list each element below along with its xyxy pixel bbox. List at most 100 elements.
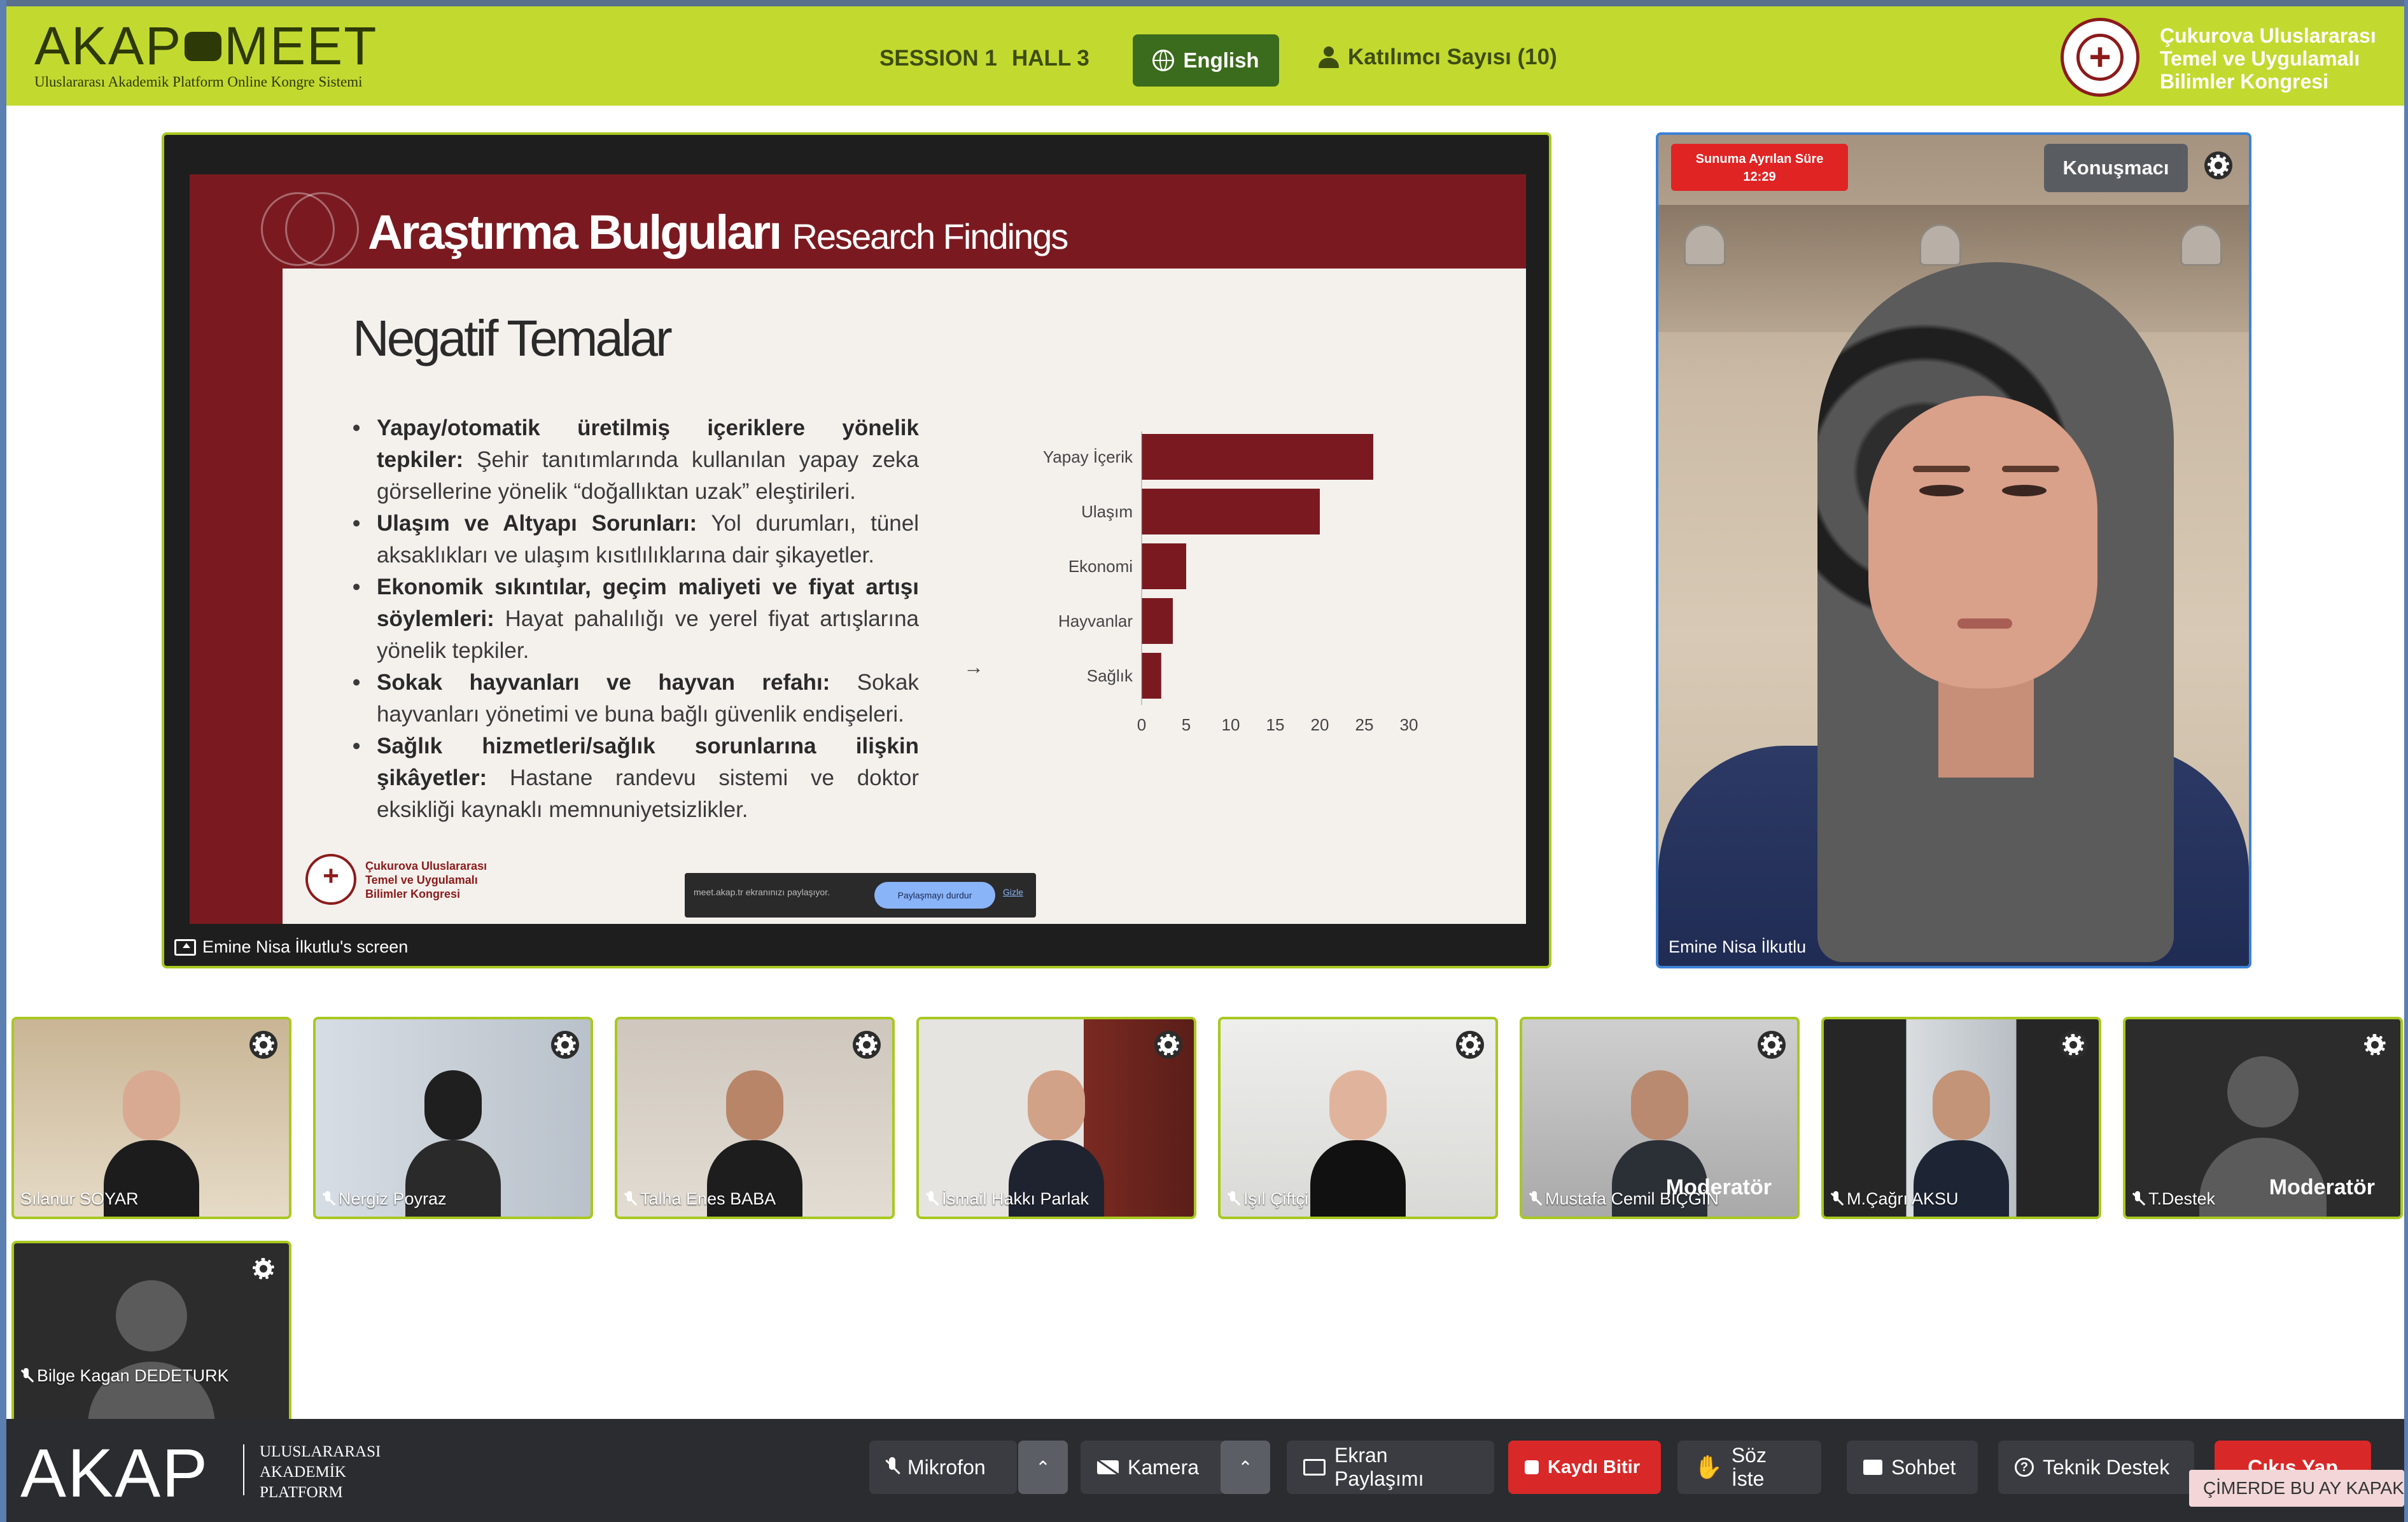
mic-off-icon: [1227, 1190, 1238, 1208]
raise-hand-button[interactable]: ✋ Söz İste: [1677, 1441, 1821, 1494]
tech-support-button[interactable]: ? Teknik Destek: [1998, 1441, 2194, 1494]
coat-hook: [1684, 224, 1726, 266]
window-left-border: [0, 0, 6, 1522]
mic-off-icon: [1830, 1190, 1842, 1208]
gear-icon[interactable]: [249, 1031, 277, 1059]
hall-label: HALL 3: [1012, 46, 1089, 71]
chart-category-label: Sağlık: [1087, 666, 1133, 685]
stop-sharing-button[interactable]: Paylaşmayı durdur: [874, 882, 995, 909]
akap-logo-subtitle: ULUSLARARASI AKADEMİK PLATFORM: [260, 1443, 381, 1501]
participant-name: M.Çağrı AKSU: [1830, 1189, 1959, 1209]
gear-icon[interactable]: [249, 1255, 277, 1283]
screen-share-button[interactable]: Ekran Paylaşımı: [1287, 1441, 1494, 1494]
participant-count[interactable]: Katılımcı Sayısı (10): [1319, 45, 1557, 70]
speaker-face: [1868, 396, 2097, 688]
participant-name: Nergiz Poyraz: [322, 1189, 447, 1209]
speaker-name: Emine Nisa İlkutlu: [1669, 937, 1807, 956]
mic-options-button[interactable]: ⌃: [1018, 1441, 1068, 1494]
mic-off-icon: [322, 1190, 333, 1208]
participant-tile[interactable]: Nergiz Poyraz: [313, 1017, 593, 1219]
chart-bar: [1142, 543, 1186, 589]
window-right-border: [2404, 0, 2408, 1522]
participant-tile[interactable]: M.Çağrı AKSU: [1821, 1017, 2101, 1219]
gear-icon[interactable]: [1154, 1031, 1182, 1059]
microphone-button[interactable]: Mikrofon: [869, 1441, 1017, 1494]
presentation-timer: Sunuma Ayrılan Süre 12:29: [1671, 144, 1848, 191]
screen-share-tile[interactable]: Araştırma Bulguları Research Findings Ne…: [162, 132, 1551, 968]
participant-tile[interactable]: Talha Enes BABA: [615, 1017, 895, 1219]
stop-recording-button[interactable]: Kaydı Bitir: [1508, 1441, 1661, 1494]
language-label: English: [1183, 48, 1259, 72]
camera-off-icon: [1097, 1460, 1119, 1474]
slide-title: Araştırma Bulguları Research Findings: [368, 206, 1068, 260]
gear-icon[interactable]: [1456, 1031, 1484, 1059]
participant-name: Talha Enes BABA: [624, 1189, 776, 1209]
control-bar: AKAP ULUSLARARASI AKADEMİK PLATFORM Mikr…: [6, 1419, 2404, 1522]
globe-icon: [1152, 50, 1175, 71]
language-button[interactable]: English: [1133, 34, 1279, 87]
camera-button[interactable]: Kamera: [1081, 1441, 1226, 1494]
participant-name: İsmail Hakkı Parlak: [925, 1189, 1089, 1209]
bullet-item: Sağlık hizmetleri/sağlık sorunlarına ili…: [353, 730, 919, 826]
screen-share-notice-bar: meet.akap.tr ekranınızı paylaşıyor. Payl…: [685, 873, 1036, 918]
chart-bar: [1142, 434, 1373, 480]
share-notice-text: meet.akap.tr ekranınızı paylaşıyor.: [694, 887, 830, 897]
logo-subtitle: Uluslararası Akademik Platform Online Ko…: [34, 74, 363, 90]
participant-tile[interactable]: İsmail Hakkı Parlak: [916, 1017, 1196, 1219]
screen-share-icon: [174, 939, 196, 956]
brow: [1913, 466, 1970, 472]
participant-name: Işıl Çiftçi: [1227, 1189, 1308, 1209]
akap-meet-logo: AKAP MEET: [34, 16, 378, 76]
help-icon: ?: [2015, 1458, 2034, 1477]
gear-icon[interactable]: [2361, 1031, 2389, 1059]
chat-icon: [1863, 1460, 1882, 1475]
person-icon: [1319, 46, 1339, 68]
participant-tile[interactable]: Işıl Çiftçi: [1218, 1017, 1498, 1219]
chart-x-tick-label: 10: [1222, 715, 1240, 734]
chat-button[interactable]: Sohbet: [1847, 1441, 1978, 1494]
record-icon: [1525, 1460, 1539, 1474]
camera-logo-icon: [185, 31, 222, 61]
bullet-item: Ekonomik sıkıntılar, geçim maliyeti ve f…: [353, 571, 919, 667]
chart-bar: [1142, 489, 1320, 534]
presentation-slide: Araştırma Bulguları Research Findings Ne…: [190, 174, 1526, 924]
gear-icon[interactable]: [2059, 1031, 2087, 1059]
chart-x-tick-label: 25: [1355, 715, 1374, 734]
mic-off-icon: [624, 1190, 635, 1208]
akap-logo: AKAP: [20, 1434, 209, 1511]
participant-tile[interactable]: Bilge Kagan DEDETURK: [11, 1241, 291, 1425]
gear-icon[interactable]: [853, 1031, 881, 1059]
participant-tile[interactable]: Mustafa Cemil BİÇGİN Moderatör: [1520, 1017, 1800, 1219]
gear-icon[interactable]: [1758, 1031, 1786, 1059]
speaker-video-tile[interactable]: Sunuma Ayrılan Süre 12:29 Konuşmacı Emin…: [1656, 132, 2251, 968]
participant-tile[interactable]: T.Destek Moderatör: [2123, 1017, 2403, 1219]
announcement-ticker: ÇİMERDE BU AY KAPAK-B: [2189, 1470, 2404, 1507]
screen-share-icon: [1303, 1459, 1326, 1476]
congress-name: Çukurova Uluslararası Temel ve Uygulamal…: [2160, 24, 2376, 93]
slide-heading: Negatif Temalar: [353, 310, 673, 367]
mic-off-icon: [925, 1190, 937, 1208]
chart-category-label: Ulaşım: [1081, 502, 1133, 521]
congress-logo: [2061, 18, 2139, 97]
gear-icon[interactable]: [551, 1031, 579, 1059]
arrow-right-icon: →: [963, 655, 984, 678]
slide-congress-logo: [305, 854, 356, 905]
bullet-item: Yapay/otomatik üretilmiş içeriklere yöne…: [353, 412, 919, 508]
speaker-role-badge: Konuşmacı: [2044, 144, 2188, 192]
window-top-border: [0, 0, 2408, 6]
gear-icon[interactable]: [2204, 151, 2232, 179]
mic-off-icon: [886, 1457, 899, 1477]
participant-video: [1310, 1070, 1406, 1217]
screen-share-label: Emine Nisa İlkutlu's screen: [174, 937, 408, 957]
bullet-item: Sokak hayvanları ve hayvan refahı: Sokak…: [353, 667, 919, 730]
slide-congress-name: Çukurova Uluslararası Temel ve Uygulamal…: [365, 860, 487, 900]
hide-notice-link[interactable]: Gizle: [1003, 887, 1023, 897]
chevron-up-icon: ⌃: [1035, 1457, 1051, 1477]
logo-divider: [243, 1444, 244, 1495]
participant-name: Sılanur SOYAR: [20, 1189, 139, 1208]
bar-chart: Yapay İçerik Ulaşım Ekonomi Hayvanlar Sağlık…: [1043, 431, 1418, 734]
chart-x-tick-label: 5: [1182, 715, 1191, 734]
camera-options-button[interactable]: ⌃: [1221, 1441, 1270, 1494]
participant-tile[interactable]: Sılanur SOYAR: [11, 1017, 291, 1219]
eye: [1919, 485, 1964, 496]
